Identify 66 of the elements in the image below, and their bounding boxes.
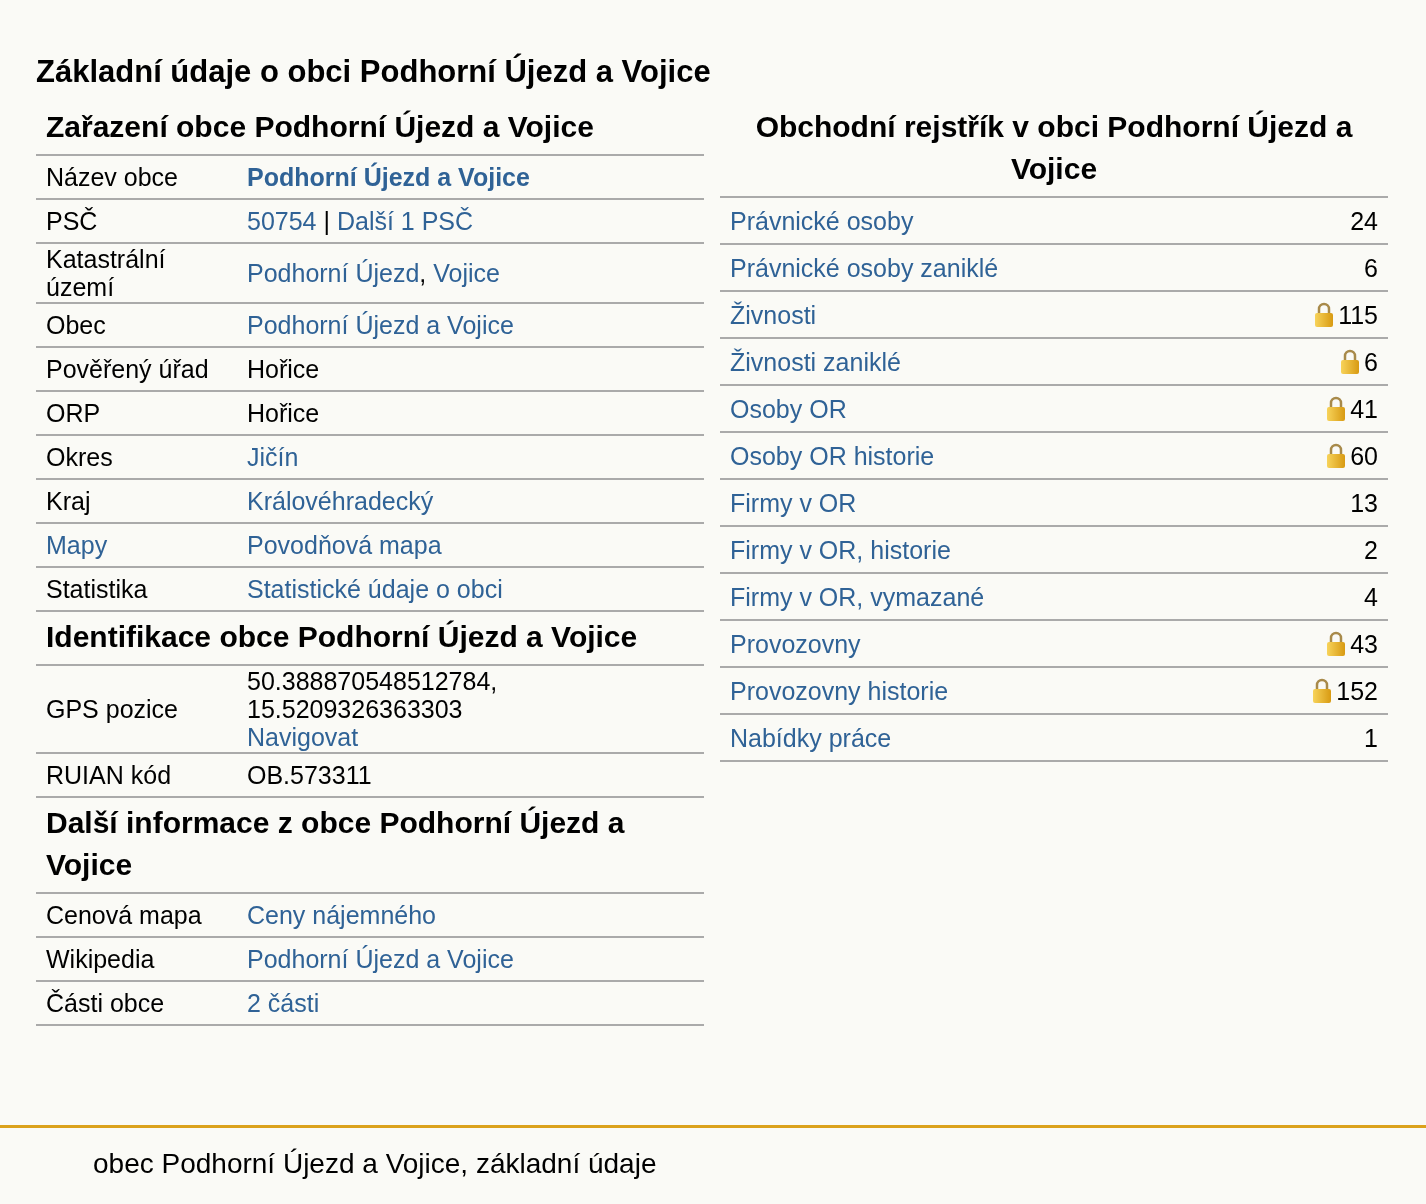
record-count: 4 xyxy=(1363,582,1379,611)
value-text: OB.573311 xyxy=(247,761,372,789)
record-count: 6 xyxy=(1363,253,1379,282)
value-link[interactable]: Podhorní Újezd xyxy=(247,259,420,287)
value-text: , xyxy=(419,259,428,287)
row-label: PSČ xyxy=(45,207,99,235)
value-text: | xyxy=(322,207,331,235)
value-link[interactable]: 50754 xyxy=(247,207,317,235)
section-heading: Obchodní rejstřík v obci Podhorní Újezd a Vojice xyxy=(754,109,1354,187)
record-count: 115 xyxy=(1337,300,1379,329)
value-text: 50.388870548512784, xyxy=(247,667,498,695)
value-link[interactable]: Další 1 PSČ xyxy=(336,207,474,235)
register-link[interactable]: Firmy v OR xyxy=(720,488,1347,517)
page-title: Základní údaje o obci Podhorní Újezd a Vojice xyxy=(36,52,712,91)
record-count: 2 xyxy=(1363,535,1379,564)
row-label: Katastrální území xyxy=(45,245,167,301)
row-label: Pověřený úřad xyxy=(45,355,210,383)
value-link[interactable]: Navigovat xyxy=(247,723,359,751)
record-count: 152 xyxy=(1335,676,1379,705)
value-link[interactable]: 2 části xyxy=(247,989,320,1017)
register-link[interactable]: Osoby OR historie xyxy=(720,441,1327,470)
register-link[interactable]: Nabídky práce xyxy=(720,723,1361,752)
register-link[interactable]: Provozovny historie xyxy=(720,676,1313,705)
row-label: Statistika xyxy=(45,575,149,603)
register-link[interactable]: Firmy v OR, vymazané xyxy=(720,582,1361,611)
row-label: Části obce xyxy=(45,989,166,1017)
register-link[interactable]: Živnosti zaniklé xyxy=(720,347,1341,376)
record-count: 41 xyxy=(1349,394,1379,423)
value-link[interactable]: Podhorní Újezd a Vojice xyxy=(247,945,514,973)
record-count: 24 xyxy=(1349,206,1379,235)
register-link[interactable]: Firmy v OR, historie xyxy=(720,535,1361,564)
row-label: Název obce xyxy=(45,163,180,191)
value-link[interactable]: Královéhradecký xyxy=(247,487,434,515)
record-count: 13 xyxy=(1349,488,1379,517)
row-label: ORP xyxy=(45,399,102,427)
value-link[interactable]: Jičín xyxy=(247,443,299,471)
section-heading: Zařazení obce Podhorní Újezd a Vojice xyxy=(45,109,595,145)
value-link[interactable]: Ceny nájemného xyxy=(247,901,436,929)
value-text: 15.5209326363303 xyxy=(247,695,463,723)
record-count: 43 xyxy=(1349,629,1379,658)
footer-text: obec Podhorní Újezd a Vojice, základní údaje xyxy=(93,1148,657,1179)
section-heading: Další informace z obce Podhorní Újezd a Vojice xyxy=(45,805,626,883)
row-label-link[interactable]: Mapy xyxy=(36,531,247,559)
record-count: 6 xyxy=(1363,347,1379,376)
value-link[interactable]: Statistické údaje o obci xyxy=(247,575,503,603)
register-link[interactable]: Osoby OR xyxy=(720,394,1327,423)
record-count: 60 xyxy=(1349,441,1379,470)
row-label: RUIAN kód xyxy=(45,761,173,789)
row-label: Okres xyxy=(45,443,114,471)
value-link[interactable]: Podhorní Újezd a Vojice xyxy=(247,311,514,339)
row-label: GPS pozice xyxy=(45,695,179,723)
section-heading: Identifikace obce Podhorní Újezd a Vojice xyxy=(45,619,639,655)
row-label: Kraj xyxy=(45,487,92,515)
value-text: Hořice xyxy=(247,399,320,427)
record-count: 1 xyxy=(1363,723,1379,752)
register-link[interactable]: Živnosti xyxy=(720,300,1315,329)
value-link[interactable]: Povodňová mapa xyxy=(247,531,442,559)
row-label: Wikipedia xyxy=(45,945,156,973)
value-text: Hořice xyxy=(247,355,320,383)
register-link[interactable]: Právnické osoby zaniklé xyxy=(720,253,1361,282)
row-label: Cenová mapa xyxy=(45,901,203,929)
value-link[interactable]: Vojice xyxy=(433,259,500,287)
row-label: Obec xyxy=(45,311,107,339)
value-link[interactable]: Podhorní Újezd a Vojice xyxy=(247,163,530,191)
register-link[interactable]: Právnické osoby xyxy=(720,206,1347,235)
register-link[interactable]: Provozovny xyxy=(720,629,1327,658)
